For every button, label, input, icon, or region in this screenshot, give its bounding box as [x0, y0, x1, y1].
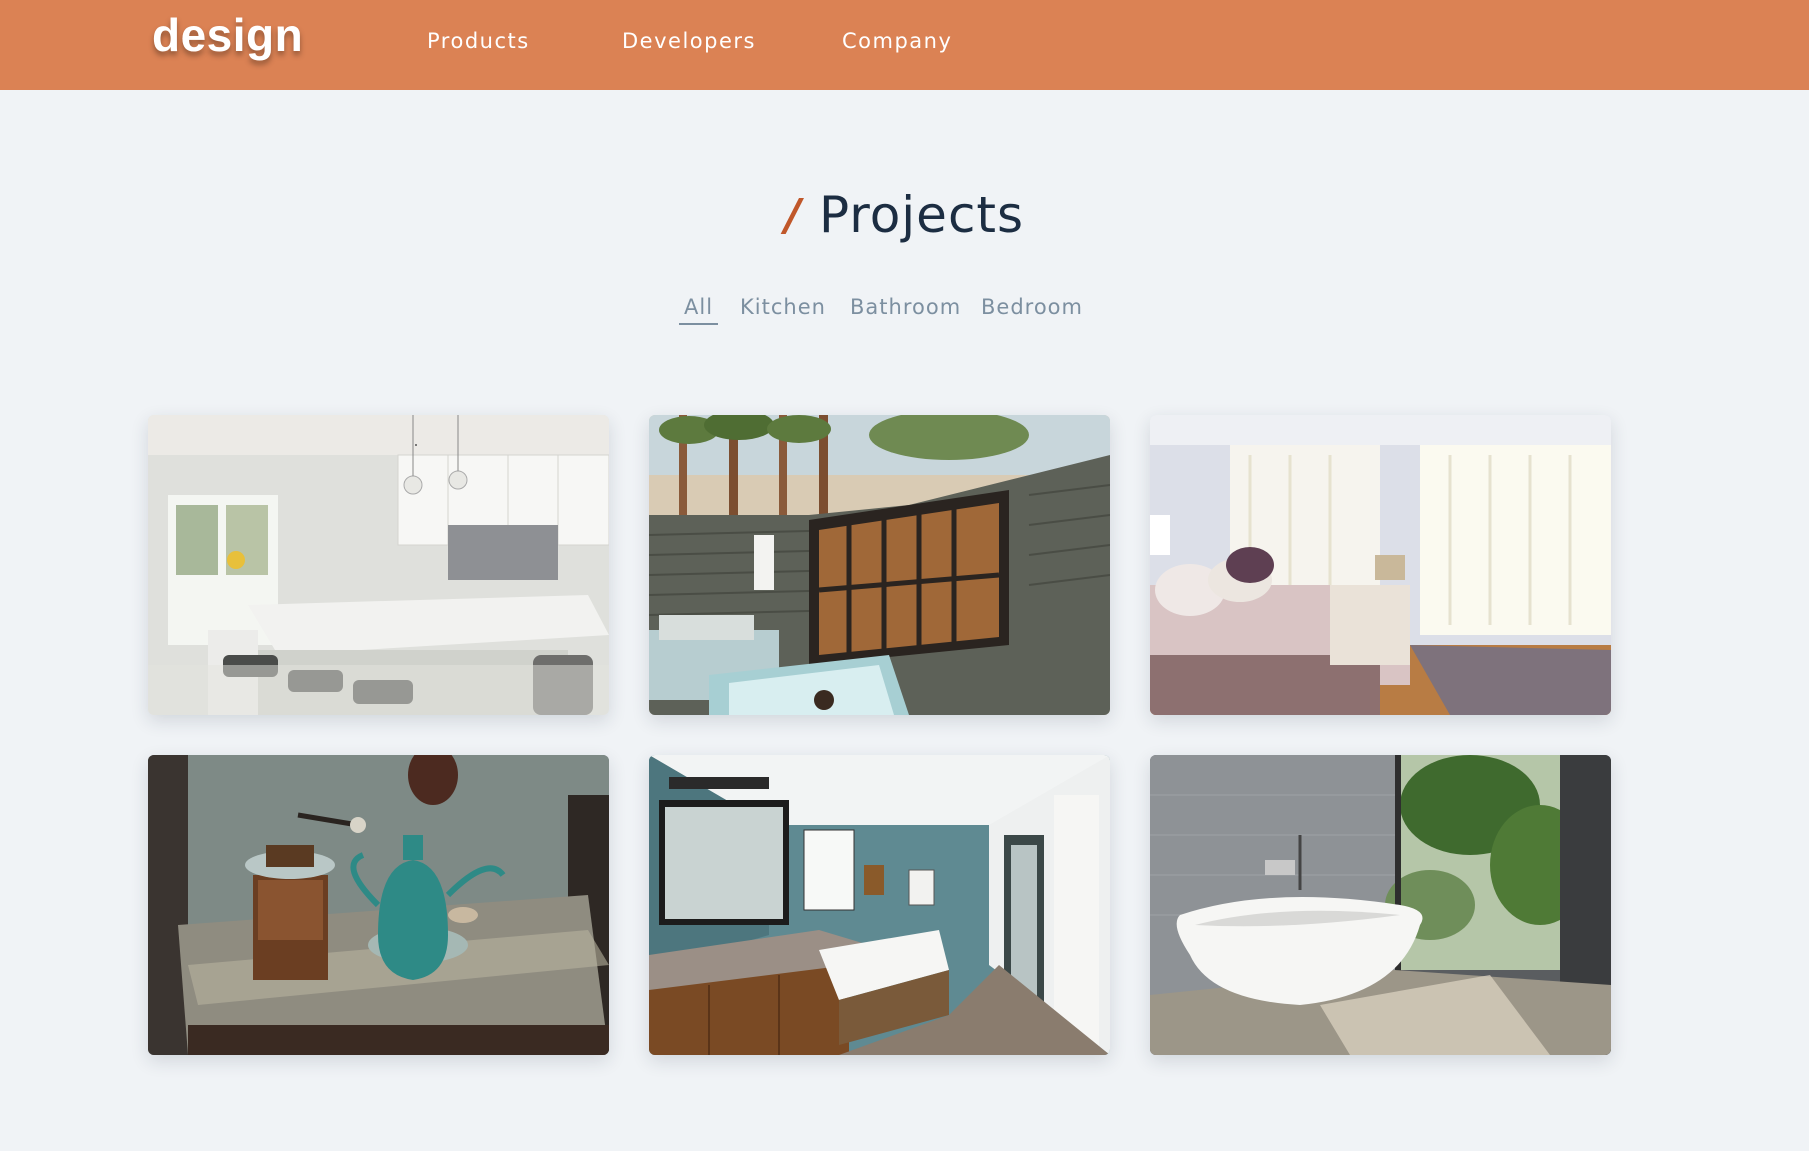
nav-link-developers[interactable]: Developers: [622, 29, 756, 53]
top-navbar: design Products Developers Company: [0, 0, 1809, 90]
logo[interactable]: design: [152, 8, 303, 62]
filter-bedroom[interactable]: Bedroom: [976, 295, 1088, 323]
bathtub-image: [1150, 755, 1611, 1055]
project-card-coffee-grinder[interactable]: [148, 755, 609, 1055]
nav-link-products[interactable]: Products: [427, 29, 530, 53]
project-card-bathroom-vanity[interactable]: [649, 755, 1110, 1055]
kitchen-image: [148, 415, 609, 715]
page-title: Projects: [818, 186, 1025, 244]
title-slash-accent: /: [784, 190, 801, 241]
bathroom-vanity-image: [649, 755, 1110, 1055]
outdoor-bath-image: [649, 415, 1110, 715]
project-card-outdoor-bath[interactable]: [649, 415, 1110, 715]
filter-all[interactable]: All: [679, 295, 719, 325]
project-card-bathtub[interactable]: [1150, 755, 1611, 1055]
section-heading: / Projects: [0, 186, 1809, 244]
coffee-grinder-image: [148, 755, 609, 1055]
nav-link-company[interactable]: Company: [842, 29, 952, 53]
filter-bathroom[interactable]: Bathroom: [845, 295, 966, 323]
project-card-bedroom[interactable]: [1150, 415, 1611, 715]
filter-kitchen[interactable]: Kitchen: [735, 295, 831, 323]
project-card-kitchen[interactable]: [148, 415, 609, 715]
bedroom-image: [1150, 415, 1611, 715]
